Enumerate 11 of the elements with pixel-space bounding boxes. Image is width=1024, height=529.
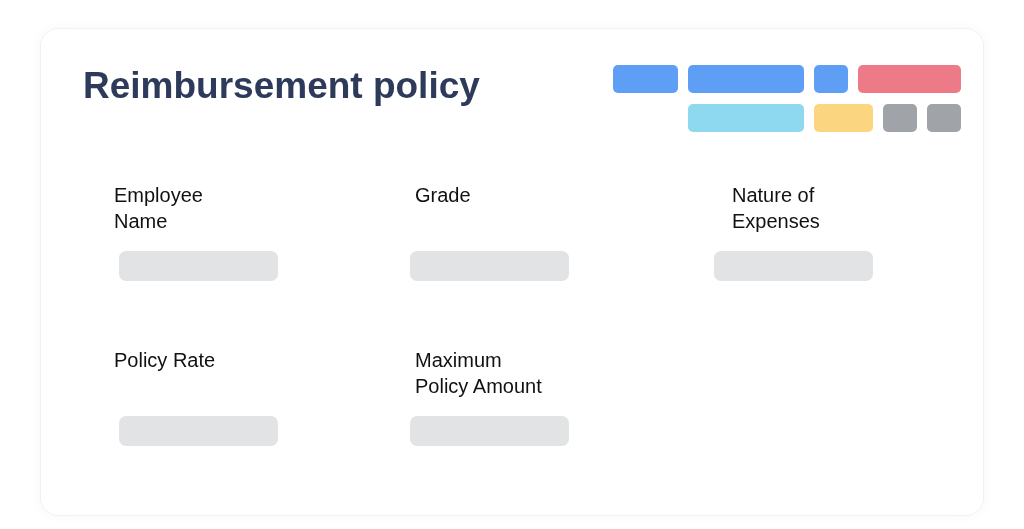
input-field[interactable] — [714, 251, 873, 281]
field-label: Policy Rate — [114, 348, 217, 373]
input-field[interactable] — [410, 251, 569, 281]
field-label: Employee Name — [114, 183, 204, 234]
field-label: Nature of Expenses — [732, 183, 821, 234]
input-field[interactable] — [410, 416, 569, 446]
input-field[interactable] — [119, 251, 278, 281]
field-label: Maximum Policy Amount — [415, 348, 543, 399]
field-label: Grade — [415, 183, 472, 208]
input-field[interactable] — [119, 416, 278, 446]
page-title: Reimbursement policy — [83, 67, 480, 108]
